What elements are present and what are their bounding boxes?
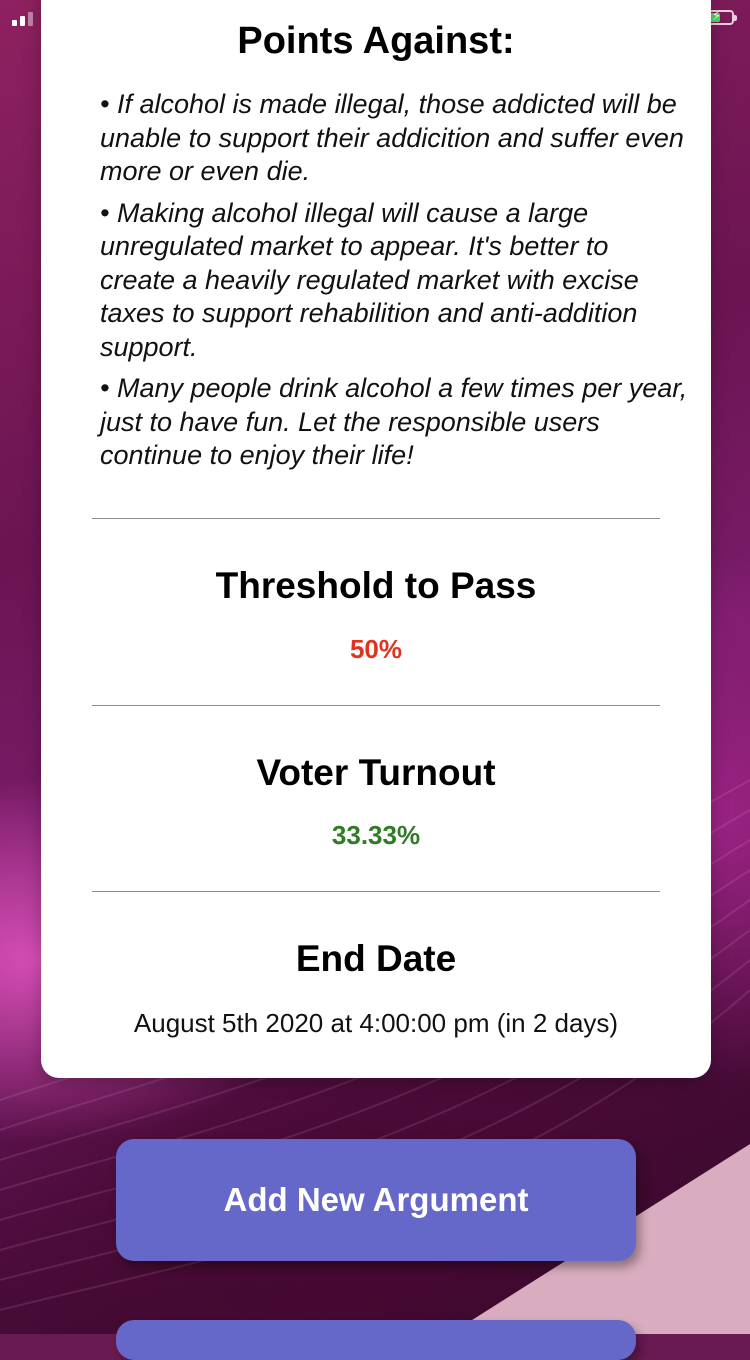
points-against-title: Points Against: xyxy=(237,20,515,62)
list-item: • Many people drink alcohol a few times … xyxy=(100,373,688,470)
end-date-value: August 5th 2020 at 4:00:00 pm (in 2 days… xyxy=(133,1008,619,1038)
divider xyxy=(92,518,660,519)
divider xyxy=(92,705,660,706)
proposal-details-card: Points Against: • If alcohol is made ill… xyxy=(41,0,711,1078)
voter-turnout-value: 33.33% xyxy=(331,820,421,850)
end-date-title: End Date xyxy=(295,938,457,979)
threshold-value: 50% xyxy=(349,634,403,664)
secondary-action-button[interactable] xyxy=(116,1320,636,1360)
threshold-title: Threshold to Pass xyxy=(215,565,537,606)
add-new-argument-button[interactable]: Add New Argument xyxy=(116,1139,636,1261)
voter-turnout-title: Voter Turnout xyxy=(256,752,496,793)
divider xyxy=(92,891,660,892)
list-item: • If alcohol is made illegal, those addi… xyxy=(100,89,684,186)
list-item: • Making alcohol illegal will cause a la… xyxy=(100,197,639,362)
cellular-signal-icon xyxy=(12,12,33,26)
points-against-list: • If alcohol is made illegal, those addi… xyxy=(100,88,690,481)
